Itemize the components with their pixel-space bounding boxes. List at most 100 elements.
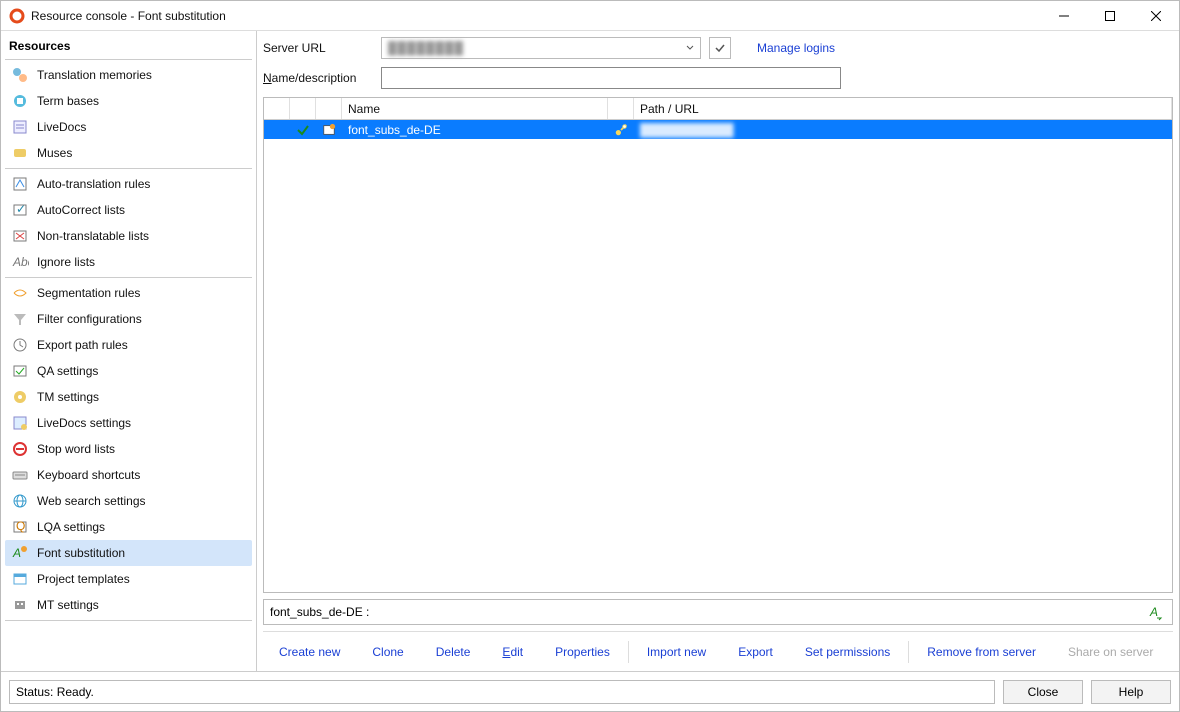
export-action[interactable]: Export — [722, 645, 789, 659]
info-bar: font_subs_de-DE : A — [263, 599, 1173, 625]
sidebar-item-label: Font substitution — [37, 546, 125, 560]
atr-icon — [11, 175, 29, 193]
tms-icon — [11, 388, 29, 406]
sidebar-item-label: LiveDocs — [37, 120, 86, 134]
flt-icon — [11, 310, 29, 328]
server-url-combo[interactable]: ████████ — [381, 37, 701, 59]
edit-action[interactable]: Edit — [486, 645, 539, 659]
status-box: Status: Ready. — [9, 680, 995, 704]
minimize-button[interactable] — [1041, 1, 1087, 31]
sidebar-item-tb[interactable]: Term bases — [5, 88, 252, 114]
tm-icon — [11, 66, 29, 84]
kb-icon — [11, 466, 29, 484]
row-name: font_subs_de-DE — [342, 120, 608, 139]
sidebar-item-pt[interactable]: Project templates — [5, 566, 252, 592]
sidebar-item-qa[interactable]: QA settings — [5, 358, 252, 384]
sidebar-item-label: LQA settings — [37, 520, 105, 534]
col-path[interactable]: Path / URL — [634, 98, 1172, 119]
col-name[interactable]: Name — [342, 98, 608, 119]
share-action[interactable]: Share on server — [1052, 645, 1169, 659]
sidebar-item-label: Non-translatable lists — [37, 229, 149, 243]
filter-row: Name/description — [263, 67, 1173, 89]
close-button[interactable] — [1133, 1, 1179, 31]
clone-action[interactable]: Clone — [356, 645, 419, 659]
tb-icon — [11, 92, 29, 110]
sidebar-item-lds[interactable]: LiveDocs settings — [5, 410, 252, 436]
footer: Status: Ready. Close Help — [1, 671, 1179, 711]
sidebar-item-flt[interactable]: Filter configurations — [5, 306, 252, 332]
col-location-icon[interactable] — [608, 98, 634, 119]
sidebar-item-seg[interactable]: Segmentation rules — [5, 280, 252, 306]
sidebar-item-swl[interactable]: Stop word lists — [5, 436, 252, 462]
sidebar-item-label: Export path rules — [37, 338, 128, 352]
sidebar-item-label: AutoCorrect lists — [37, 203, 125, 217]
svg-text:A: A — [12, 546, 21, 560]
app-icon — [9, 8, 25, 24]
remove-action[interactable]: Remove from server — [911, 645, 1052, 659]
create-new-action[interactable]: Create new — [263, 645, 356, 659]
svg-text:Q: Q — [16, 519, 25, 533]
sidebar-item-tms[interactable]: TM settings — [5, 384, 252, 410]
resources-table: Name Path / URL font_subs_de-DE █████████… — [263, 97, 1173, 593]
col-status[interactable] — [290, 98, 316, 119]
properties-action[interactable]: Properties — [539, 645, 626, 659]
row-check-cell[interactable] — [264, 120, 290, 139]
sidebar-item-ws[interactable]: Web search settings — [5, 488, 252, 514]
sidebar-item-exp[interactable]: Export path rules — [5, 332, 252, 358]
help-button[interactable]: Help — [1091, 680, 1171, 704]
action-separator — [908, 641, 909, 663]
sidebar-item-label: MT settings — [37, 598, 99, 612]
row-location-icon — [608, 120, 634, 139]
pt-icon — [11, 570, 29, 588]
swl-icon — [11, 440, 29, 458]
svg-text:A: A — [1149, 605, 1158, 619]
sidebar-item-ac[interactable]: ✓ AutoCorrect lists — [5, 197, 252, 223]
info-text: font_subs_de-DE : — [270, 605, 369, 619]
action-separator — [628, 641, 629, 663]
permissions-action[interactable]: Set permissions — [789, 645, 906, 659]
ws-icon — [11, 492, 29, 510]
table-row[interactable]: font_subs_de-DE ███████████ — [264, 120, 1172, 139]
sidebar-item-mt[interactable]: MT settings — [5, 592, 252, 618]
sidebar-item-muses[interactable]: Muses — [5, 140, 252, 166]
window-body: Resources Translation memoriesTerm bases… — [1, 31, 1179, 671]
filter-input[interactable] — [381, 67, 841, 89]
sidebar-item-tm[interactable]: Translation memories — [5, 62, 252, 88]
sidebar-item-label: QA settings — [37, 364, 98, 378]
sidebar-item-label: Segmentation rules — [37, 286, 140, 300]
sidebar-item-ntl[interactable]: Non-translatable lists — [5, 223, 252, 249]
left-panel: Resources Translation memoriesTerm bases… — [1, 31, 257, 671]
muses-icon — [11, 144, 29, 162]
row-status-icon — [290, 120, 316, 139]
chevron-down-icon — [686, 44, 694, 52]
delete-action[interactable]: Delete — [420, 645, 487, 659]
sidebar-item-lqa[interactable]: Q LQA settings — [5, 514, 252, 540]
sidebar-item-font[interactable]: A Font substitution — [5, 540, 252, 566]
sidebar-item-ld[interactable]: LiveDocs — [5, 114, 252, 140]
filter-label: Name/description — [263, 71, 373, 85]
sidebar-item-kb[interactable]: Keyboard shortcuts — [5, 462, 252, 488]
sidebar-item-ign[interactable]: Abc Ignore lists — [5, 249, 252, 275]
table-header: Name Path / URL — [264, 98, 1172, 120]
svg-text:✓: ✓ — [16, 202, 26, 216]
right-panel: Server URL ████████ Manage logins Name/d… — [257, 31, 1179, 671]
close-dialog-button[interactable]: Close — [1003, 680, 1083, 704]
manage-logins-link[interactable]: Manage logins — [757, 41, 835, 55]
sidebar-item-label: LiveDocs settings — [37, 416, 131, 430]
sidebar-item-label: Filter configurations — [37, 312, 142, 326]
title-bar: Resource console - Font substitution — [1, 1, 1179, 31]
row-path: ███████████ — [634, 120, 1172, 139]
import-action[interactable]: Import new — [631, 645, 722, 659]
maximize-button[interactable] — [1087, 1, 1133, 31]
lds-icon — [11, 414, 29, 432]
col-type-icon[interactable] — [316, 98, 342, 119]
sidebar-item-atr[interactable]: Auto-translation rules — [5, 171, 252, 197]
ntl-icon — [11, 227, 29, 245]
col-check[interactable] — [264, 98, 290, 119]
test-connection-button[interactable] — [709, 37, 731, 59]
check-icon — [714, 42, 726, 54]
font-icon: A — [11, 544, 29, 562]
sidebar-item-label: Stop word lists — [37, 442, 115, 456]
svg-text:Abc: Abc — [12, 255, 29, 269]
sidebar-item-label: Ignore lists — [37, 255, 95, 269]
